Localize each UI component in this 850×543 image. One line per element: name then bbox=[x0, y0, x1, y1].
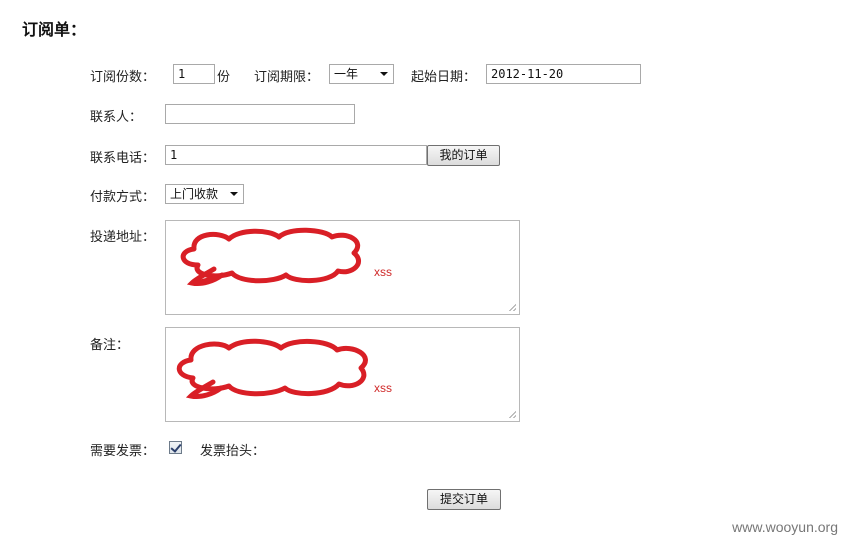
payment-label: 付款方式： bbox=[90, 190, 156, 205]
page-title: 订阅单： bbox=[22, 20, 87, 39]
resize-grip-icon[interactable] bbox=[508, 303, 516, 311]
my-orders-button[interactable]: 我的订单 bbox=[427, 145, 500, 166]
chevron-down-icon bbox=[230, 192, 238, 196]
red-scribble-annotation bbox=[180, 227, 361, 286]
watermark: www.wooyun.org bbox=[732, 519, 838, 535]
invoice-title-label: 发票抬头： bbox=[200, 444, 266, 459]
copies-input[interactable]: 1 bbox=[173, 64, 215, 84]
red-scribble-annotation bbox=[176, 338, 368, 399]
address-label: 投递地址： bbox=[90, 230, 156, 245]
resize-grip-icon[interactable] bbox=[508, 410, 516, 418]
address-textarea[interactable]: xss bbox=[165, 220, 520, 315]
address-text: xss bbox=[374, 265, 392, 279]
start-date-input[interactable]: 2012-11-20 bbox=[486, 64, 641, 84]
payment-select-value: 上门收款 bbox=[170, 187, 219, 201]
start-date-label: 起始日期： bbox=[411, 70, 477, 85]
payment-select[interactable]: 上门收款 bbox=[165, 184, 244, 204]
phone-label: 联系电话： bbox=[90, 151, 156, 166]
checkmark-icon bbox=[170, 441, 182, 453]
submit-order-button[interactable]: 提交订单 bbox=[427, 489, 501, 510]
chevron-down-icon bbox=[380, 72, 388, 76]
copies-label: 订阅份数： bbox=[90, 70, 156, 85]
contact-label: 联系人： bbox=[90, 110, 143, 125]
contact-input[interactable] bbox=[165, 104, 355, 124]
note-textarea[interactable]: xss bbox=[165, 327, 520, 422]
period-label: 订阅期限： bbox=[254, 70, 320, 85]
period-select[interactable]: 一年 bbox=[329, 64, 394, 84]
period-select-value: 一年 bbox=[334, 67, 359, 81]
copies-unit: 份 bbox=[217, 70, 231, 85]
note-text: xss bbox=[374, 381, 392, 395]
invoice-checkbox[interactable] bbox=[169, 441, 182, 454]
invoice-label: 需要发票： bbox=[90, 444, 156, 459]
note-label: 备注： bbox=[90, 338, 130, 353]
phone-input[interactable]: 1 bbox=[165, 145, 427, 165]
